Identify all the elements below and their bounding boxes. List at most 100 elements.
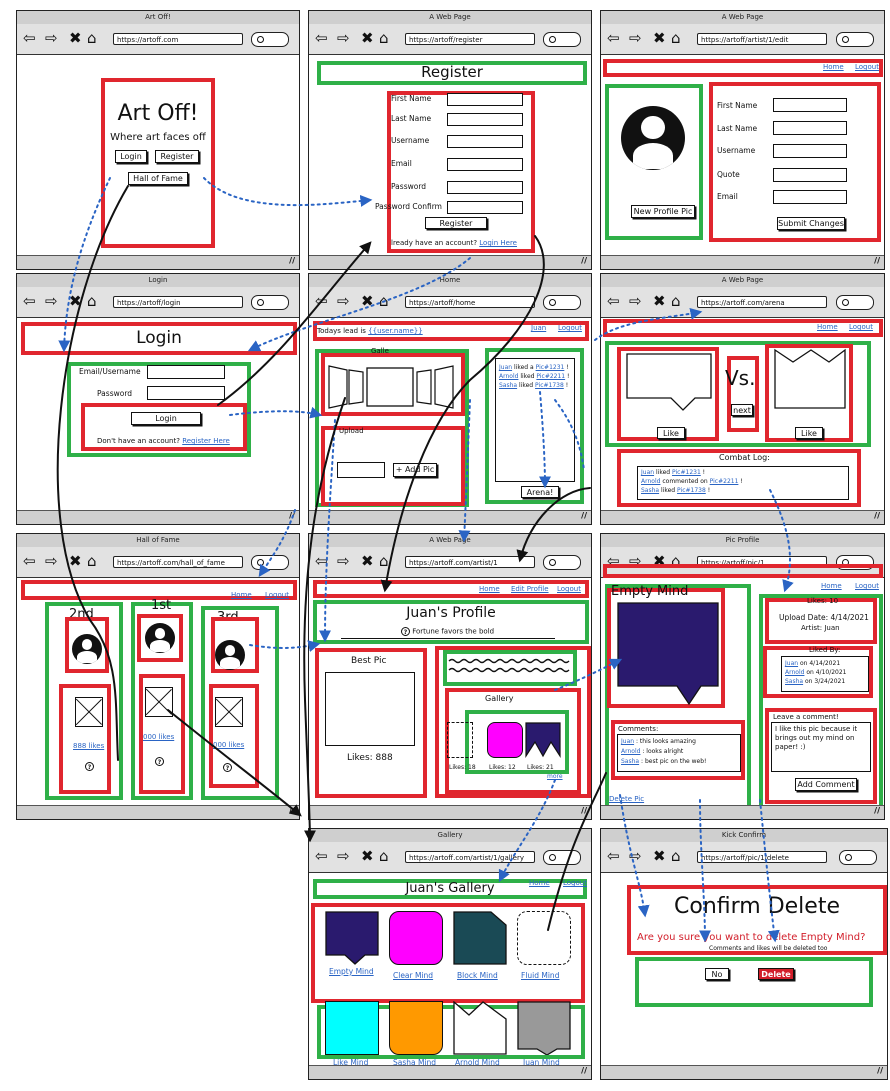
gallery-pic-block-mind[interactable] [453,911,507,965]
search-icon[interactable] [839,850,877,865]
pic-name-link[interactable]: Block Mind [457,971,498,980]
rank-3rd-likes[interactable]: 000 likes [213,741,244,749]
like-right-button[interactable]: Like [795,427,823,439]
arrow-left-icon[interactable]: ⇦ [607,30,620,46]
delete-pic-link[interactable]: Delete Pic [609,795,644,803]
home-icon[interactable]: ⌂ [87,293,97,309]
x-icon[interactable]: ✖ [69,293,82,309]
upload-file-field[interactable] [337,462,385,478]
home-icon[interactable]: ⌂ [671,293,681,309]
x-icon[interactable]: ✖ [653,30,666,46]
home-icon[interactable]: ⌂ [379,848,389,864]
gallery-tile[interactable] [487,722,523,758]
gallery-pic-arnold-mind[interactable] [453,1001,507,1055]
address-bar[interactable]: https://artoff.com/artist/1 [405,556,535,568]
arrow-left-icon[interactable]: ⇦ [607,848,620,864]
log-user-link[interactable]: Arnold [641,478,660,485]
gallery-pic-sasha-mind[interactable] [389,1001,443,1055]
address-bar[interactable]: https://artoff/artist/1/edit [697,33,827,45]
address-bar[interactable]: https://artoff.com [113,33,243,45]
gallery-tile[interactable] [525,722,561,758]
home-icon[interactable]: ⌂ [87,30,97,46]
x-icon[interactable]: ✖ [69,30,82,46]
search-icon[interactable] [543,32,581,47]
last-name-field[interactable] [773,121,847,135]
pic-name-link[interactable]: Empty Mind [329,967,374,976]
search-icon[interactable] [251,295,289,310]
more-link[interactable]: more [547,773,563,780]
arrow-left-icon[interactable]: ⇦ [23,30,36,46]
home-link[interactable]: Home [529,879,550,887]
log-user-link[interactable]: Sasha [641,487,659,494]
arrow-left-icon[interactable]: ⇦ [315,848,328,864]
address-bar[interactable]: https://artoff.com/arena [697,296,827,308]
email-username-field[interactable] [147,365,225,379]
home-link[interactable]: Home [479,585,500,593]
arrow-left-icon[interactable]: ⇦ [23,553,36,569]
gallery-pic-like-mind[interactable] [325,1001,379,1055]
log-pic-link[interactable]: Pic#1738 [677,487,706,494]
arrow-left-icon[interactable]: ⇦ [315,293,328,309]
logout-link[interactable]: Logout [855,582,879,590]
rank-3rd-pic[interactable] [215,697,243,727]
address-bar[interactable]: https://artoff/register [405,33,535,45]
arrow-right-icon[interactable]: ⇨ [45,293,58,309]
liked-by-user-link[interactable]: Juan [785,660,798,667]
register-here-link[interactable]: Register Here [182,437,230,445]
search-icon[interactable] [251,32,289,47]
question-icon[interactable]: ? [85,762,94,771]
search-icon[interactable] [836,295,874,310]
log-pic-link[interactable]: Pic#2211 [710,478,739,485]
pic-name-link[interactable]: Clear Mind [393,971,433,980]
email-field[interactable] [773,190,847,204]
rank-2nd-pic[interactable] [75,697,103,727]
x-icon[interactable]: ✖ [69,553,82,569]
first-name-field[interactable] [773,98,847,112]
feed-pic-link[interactable]: Pic#1738 [535,382,564,389]
arrow-right-icon[interactable]: ⇨ [629,30,642,46]
last-name-field[interactable] [447,113,523,126]
register-submit-button[interactable]: Register [425,217,487,229]
carousel-preview[interactable] [327,362,461,412]
address-bar[interactable]: https://artoff.com/artist/1/gallery [405,851,535,863]
add-comment-button[interactable]: Add Comment [795,778,857,791]
arrow-right-icon[interactable]: ⇨ [337,30,350,46]
feed-pic-link[interactable]: Pic#1231 [536,364,565,371]
arrow-right-icon[interactable]: ⇨ [629,848,642,864]
password-confirm-field[interactable] [447,201,523,214]
quote-field[interactable] [773,168,847,182]
logout-link[interactable]: Logout [849,323,873,331]
x-icon[interactable]: ✖ [361,30,374,46]
question-icon[interactable]: ? [155,757,164,766]
feed-user-link[interactable]: Sasha [499,382,517,389]
search-icon[interactable] [251,555,289,570]
logout-link[interactable]: Logout [855,63,879,71]
home-link[interactable]: Home [231,591,252,599]
x-icon[interactable]: ✖ [653,848,666,864]
gallery-pic-empty-mind[interactable] [325,911,379,965]
user-link[interactable]: Juan [531,324,546,332]
submit-changes-button[interactable]: Submit Changes [777,217,845,230]
search-icon[interactable] [543,295,581,310]
address-bar[interactable]: https://artoff.com/hall_of_fame [113,556,243,568]
login-submit-button[interactable]: Login [131,412,201,425]
comment-user-link[interactable]: Sasha [621,758,639,765]
email-field[interactable] [447,158,523,171]
x-icon[interactable]: ✖ [361,848,374,864]
x-icon[interactable]: ✖ [361,553,374,569]
logout-link[interactable]: Logout [265,591,289,599]
login-button[interactable]: Login [115,150,147,163]
gallery-pic-clear-mind[interactable] [389,911,443,965]
log-user-link[interactable]: Juan [641,469,654,476]
arrow-right-icon[interactable]: ⇨ [45,30,58,46]
log-pic-link[interactable]: Pic#1231 [672,469,701,476]
add-pic-button[interactable]: + Add Pic [393,463,437,477]
arrow-right-icon[interactable]: ⇨ [337,848,350,864]
next-button[interactable]: next [731,404,753,416]
first-name-field[interactable] [447,93,523,106]
no-button[interactable]: No [705,968,729,980]
comment-user-link[interactable]: Juan [621,738,634,745]
hall-of-fame-button[interactable]: Hall of Fame [128,172,188,185]
password-field[interactable] [147,386,225,400]
x-icon[interactable]: ✖ [361,293,374,309]
